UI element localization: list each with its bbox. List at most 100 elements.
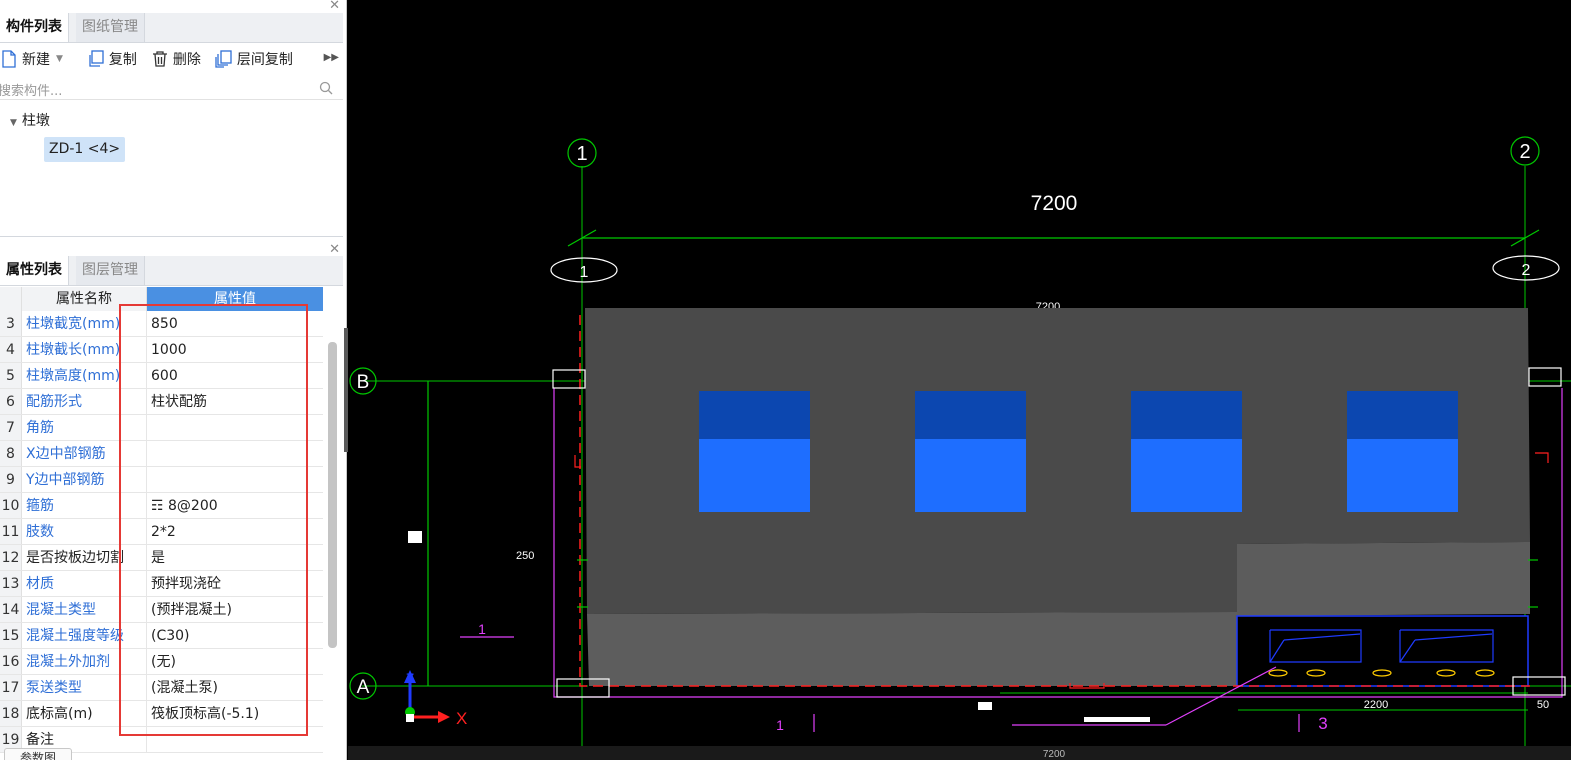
slab-side-face xyxy=(587,612,1237,686)
table-row[interactable]: 12 是否按板边切割是 xyxy=(0,545,323,571)
pier-front-face[interactable] xyxy=(1347,439,1458,512)
table-row[interactable]: 10 箍筋 ☶ 8@200 xyxy=(0,493,323,519)
table-row[interactable]: 15 混凝土强度等级 (C30) xyxy=(0,623,323,649)
search-icon[interactable] xyxy=(319,81,333,99)
table-row[interactable]: 3 柱墩截宽(mm) 850 xyxy=(0,311,323,337)
property-name: 材质 xyxy=(22,571,147,596)
property-value[interactable]: ☶ 8@200 xyxy=(147,493,323,518)
tab-layer-management[interactable]: 图层管理 xyxy=(76,256,145,285)
table-row[interactable]: 17 泵送类型 (混凝土泵) xyxy=(0,675,323,701)
tree-item-zd1[interactable]: ZD-1 <4> xyxy=(44,137,126,162)
pier-top-face[interactable] xyxy=(1131,391,1242,439)
property-value[interactable] xyxy=(147,415,323,440)
ucs-x-arrow xyxy=(438,711,450,723)
header-value: 属性值 xyxy=(147,287,323,311)
param-diagram-button[interactable]: 参数图 xyxy=(4,748,72,760)
property-value[interactable]: 筏板顶标高(-5.1) xyxy=(147,701,323,726)
dim-text-top: 7200 xyxy=(1031,192,1078,215)
drawing-canvas[interactable]: 1 2 B A 1 2 7200 7200 250 1 1 3 2200 50 … xyxy=(348,0,1571,760)
scrollbar[interactable] xyxy=(328,342,337,648)
property-value[interactable] xyxy=(147,441,323,466)
delete-button[interactable]: 删除 xyxy=(151,49,201,69)
tab-property-list[interactable]: 属性列表 xyxy=(0,256,69,285)
property-value[interactable]: (C30) xyxy=(147,623,323,648)
row-number: 9 xyxy=(0,467,22,492)
triangle-down-icon[interactable]: ▼ xyxy=(10,118,17,128)
property-value[interactable]: 预拌现浇砼 xyxy=(147,571,323,596)
table-row[interactable]: 16 混凝土外加剂 (无) xyxy=(0,649,323,675)
search-box[interactable]: 搜索构件... xyxy=(0,78,343,100)
new-button[interactable]: 新建 ▼ xyxy=(0,49,73,69)
red-mark xyxy=(1535,452,1549,463)
slab-step-face xyxy=(1237,542,1530,616)
table-row[interactable]: 7 角筋 xyxy=(0,415,323,441)
copy-label: 复制 xyxy=(108,52,137,68)
property-tabbar: 属性列表 图层管理 xyxy=(0,256,343,286)
property-name: 角筋 xyxy=(22,415,147,440)
chevron-down-icon[interactable]: ▼ xyxy=(56,54,63,64)
table-row[interactable]: 5 柱墩高度(mm) 600 xyxy=(0,363,323,389)
property-value[interactable]: 2*2 xyxy=(147,519,323,544)
axis-label-a: A xyxy=(357,677,370,698)
ellipse-tag-1-label: 1 xyxy=(580,264,589,281)
pier-front-face[interactable] xyxy=(915,439,1026,512)
dim-text-left: 250 xyxy=(516,550,534,562)
row-number: 12 xyxy=(0,545,22,570)
pier-top-face[interactable] xyxy=(915,391,1026,439)
property-value[interactable]: 柱状配筋 xyxy=(147,389,323,414)
property-value[interactable]: (无) xyxy=(147,649,323,674)
property-name: 混凝土强度等级 xyxy=(22,623,147,648)
property-value[interactable]: (预拌混凝土) xyxy=(147,597,323,622)
row-number: 4 xyxy=(0,337,22,362)
tree-category[interactable]: ▼ 柱墩 xyxy=(10,110,50,130)
close-icon[interactable]: ✕ xyxy=(329,242,340,257)
new-file-icon xyxy=(0,50,18,68)
dim-text-bottom-small: 7200 xyxy=(1043,749,1066,760)
cad-viewport[interactable]: 1 2 B A 1 2 7200 7200 250 1 1 3 2200 50 … xyxy=(348,0,1571,760)
mark-text-3: 3 xyxy=(1318,714,1327,733)
mark-text-2: 1 xyxy=(776,717,784,733)
pier-front-face[interactable] xyxy=(699,439,810,512)
property-value[interactable]: 600 xyxy=(147,363,323,388)
pier-top-face[interactable] xyxy=(1347,391,1458,439)
table-row[interactable]: 18 底标高(m) 筏板顶标高(-5.1) xyxy=(0,701,323,727)
search-input[interactable]: 搜索构件... xyxy=(0,80,62,99)
row-number: 17 xyxy=(0,675,22,700)
table-row[interactable]: 9 Y边中部钢筋 xyxy=(0,467,323,493)
divider xyxy=(0,236,343,237)
table-row[interactable]: 11 肢数 2*2 xyxy=(0,519,323,545)
tab-component-list[interactable]: 构件列表 xyxy=(0,13,69,42)
close-icon[interactable]: ✕ xyxy=(329,0,340,13)
new-label: 新建 xyxy=(22,52,50,68)
axis-label-b: B xyxy=(357,372,370,393)
dim-text-bottom-right: 50 xyxy=(1537,699,1549,711)
row-number: 16 xyxy=(0,649,22,674)
more-icon[interactable]: ▶▶ xyxy=(324,52,339,63)
floor-copy-button[interactable]: 层间复制 xyxy=(215,49,293,69)
tab-drawing-management[interactable]: 图纸管理 xyxy=(76,13,145,42)
copy-button[interactable]: 复制 xyxy=(87,49,137,69)
copy-icon xyxy=(87,50,105,68)
row-number: 8 xyxy=(0,441,22,466)
note-text-block xyxy=(1084,717,1150,722)
pier-top-face[interactable] xyxy=(699,391,810,439)
property-value[interactable] xyxy=(147,727,323,752)
table-row[interactable]: 6 配筋形式 柱状配筋 xyxy=(0,389,323,415)
row-number: 3 xyxy=(0,311,22,336)
table-row[interactable]: 4 柱墩截长(mm) 1000 xyxy=(0,337,323,363)
property-value[interactable]: 850 xyxy=(147,311,323,336)
corner-pier-marker[interactable] xyxy=(1528,367,1562,387)
property-grid: 属性名称 属性值 3 柱墩截宽(mm) 850 4 柱墩截长(mm) 1000 5 柱墩高度(… xyxy=(0,287,323,753)
property-value[interactable]: 1000 xyxy=(147,337,323,362)
table-row[interactable]: 8 X边中部钢筋 xyxy=(0,441,323,467)
property-value[interactable]: (混凝土泵) xyxy=(147,675,323,700)
header-corner xyxy=(0,287,22,311)
property-value[interactable]: 是 xyxy=(147,545,323,570)
component-toolbar: 新建 ▼ 复制 删除 层间复制 ▶▶ xyxy=(0,44,343,74)
property-name: 柱墩截长(mm) xyxy=(22,337,147,362)
property-value[interactable] xyxy=(147,467,323,492)
table-row[interactable]: 14 混凝土类型 (预拌混凝土) xyxy=(0,597,323,623)
mark-text-1: 1 xyxy=(478,621,486,637)
pier-front-face[interactable] xyxy=(1131,439,1242,512)
table-row[interactable]: 13 材质 预拌现浇砼 xyxy=(0,571,323,597)
